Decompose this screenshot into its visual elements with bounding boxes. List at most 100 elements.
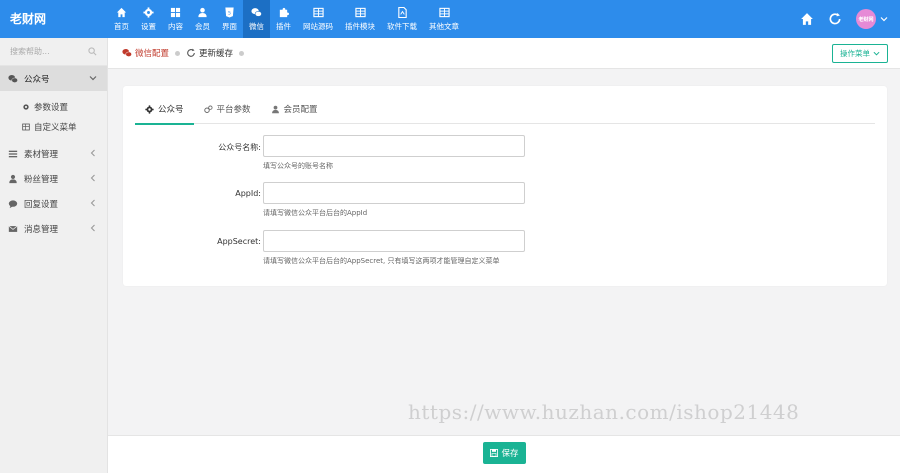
- sidebar-item-materials[interactable]: 素材管理: [0, 141, 107, 166]
- nav-item-other-articles[interactable]: 其他文章: [423, 0, 465, 38]
- sidebar-item-label: 消息管理: [24, 224, 59, 235]
- nav-item-settings[interactable]: 设置: [135, 0, 162, 38]
- puzzle-icon: [279, 7, 289, 17]
- nav-item-interface[interactable]: 5 界面: [216, 0, 243, 38]
- wechat-icon: [8, 74, 18, 83]
- field-help: 请填写微信公众平台后台的AppSecret, 只有填写这两项才能管理自定义菜单: [263, 257, 500, 265]
- wechat-icon: [122, 49, 132, 57]
- sidebar-search[interactable]: 搜索帮助...: [0, 38, 107, 66]
- chevron-left-icon: [90, 199, 95, 207]
- chevron-left-icon: [90, 224, 95, 232]
- chevron-left-icon: [90, 149, 95, 157]
- settings-card: 公众号 平台参数 会员配置 公众号名称: 填写公众号的账号名称 AppId: 请…: [123, 86, 887, 286]
- nav-item-source-code[interactable]: 网站源码: [297, 0, 339, 38]
- table-icon: [354, 7, 366, 17]
- chevron-down-icon: [89, 76, 97, 81]
- top-right-tools: 老财网: [800, 0, 900, 38]
- watermark-text: https://www.huzhan.com/ishop21448: [408, 400, 800, 424]
- list-icon: [8, 150, 18, 157]
- nav-item-plugins[interactable]: 插件: [270, 0, 297, 38]
- nav-label: 软件下载: [387, 21, 417, 31]
- sidebar-item-label: 回复设置: [24, 199, 59, 210]
- nav-item-home[interactable]: 首页: [108, 0, 135, 38]
- nav-label: 插件: [276, 21, 291, 31]
- nav-label: 会员: [195, 21, 210, 31]
- save-button[interactable]: 保存: [483, 442, 526, 464]
- field-label: 公众号名称:: [218, 143, 261, 152]
- tab-separator: [239, 50, 245, 56]
- search-input[interactable]: 搜索帮助...: [10, 46, 50, 57]
- gear-icon: [143, 6, 154, 18]
- nav-label: 微信: [249, 21, 264, 31]
- tab-label: 会员配置: [283, 105, 318, 115]
- nav-item-content[interactable]: 内容: [162, 0, 189, 38]
- tab-official-account[interactable]: 公众号: [135, 94, 194, 125]
- form-footer: 保存: [108, 435, 900, 473]
- page-tabs-bar: 微信配置 更新缓存 操作菜单: [108, 38, 900, 69]
- sidebar-item-params[interactable]: 参数设置: [0, 97, 107, 117]
- sidebar-item-reply[interactable]: 回复设置: [0, 191, 107, 216]
- sidebar-item-label: 素材管理: [24, 149, 59, 160]
- field-help: 填写公众号的账号名称: [263, 162, 333, 170]
- account-name-input[interactable]: [263, 135, 525, 157]
- settings-tabs: 公众号 平台参数 会员配置: [135, 94, 875, 125]
- appsecret-input[interactable]: [263, 230, 525, 252]
- home-icon: [116, 7, 127, 17]
- tab-platform-params[interactable]: 平台参数: [194, 94, 261, 124]
- refresh-label: 更新缓存: [199, 49, 234, 59]
- avatar-text: 老财网: [858, 16, 874, 23]
- file-icon: [397, 6, 407, 18]
- sidebar-item-label: 公众号: [24, 74, 50, 85]
- save-icon: [490, 449, 499, 457]
- nav-item-software-download[interactable]: 软件下载: [381, 0, 423, 38]
- search-icon[interactable]: [88, 47, 97, 56]
- page-tab-label: 微信配置: [135, 49, 170, 59]
- nav-label: 界面: [222, 21, 237, 31]
- save-label: 保存: [501, 449, 519, 459]
- nav-label: 网站源码: [303, 21, 333, 31]
- tab-separator: [175, 50, 181, 56]
- page-tab-wechat-config[interactable]: 微信配置: [122, 47, 169, 59]
- svg-text:5: 5: [228, 10, 231, 16]
- avatar[interactable]: 老财网: [856, 9, 876, 29]
- envelope-icon: [8, 225, 18, 232]
- comment-icon: [8, 199, 18, 208]
- refresh-cache-button[interactable]: 更新缓存: [186, 47, 233, 59]
- sidebar-item-official-account[interactable]: 公众号: [0, 66, 107, 91]
- nav-label: 首页: [114, 21, 129, 31]
- chevron-down-icon: [873, 51, 880, 56]
- main-nav: 首页 设置 内容 会员 5 界面 微信 插件 网站源码 插件模块 软件下载 其他…: [108, 0, 465, 38]
- chevron-down-icon[interactable]: [880, 15, 888, 23]
- gear-icon: [145, 104, 154, 114]
- tab-member-config[interactable]: 会员配置: [261, 94, 328, 124]
- sidebar-item-messages[interactable]: 消息管理: [0, 216, 107, 241]
- tab-label: 平台参数: [216, 105, 251, 115]
- user-icon: [9, 174, 17, 183]
- chevron-left-icon: [90, 174, 95, 182]
- html5-icon: 5: [225, 6, 234, 18]
- operations-menu-button[interactable]: 操作菜单: [832, 44, 888, 63]
- refresh-icon: [187, 48, 195, 57]
- sidebar-item-label: 自定义菜单: [34, 123, 77, 133]
- refresh-icon[interactable]: [828, 12, 842, 26]
- sidebar-item-fans[interactable]: 粉丝管理: [0, 166, 107, 191]
- nav-label: 设置: [141, 21, 156, 31]
- sidebar-item-label: 粉丝管理: [24, 174, 59, 185]
- field-help: 请填写微信公众平台后台的AppId: [263, 209, 368, 217]
- nav-item-plugin-modules[interactable]: 插件模块: [339, 0, 381, 38]
- sidebar-item-label: 参数设置: [34, 103, 69, 113]
- user-icon: [271, 105, 279, 113]
- sidebar-item-custom-menu[interactable]: 自定义菜单: [0, 117, 107, 137]
- sidebar: 搜索帮助... 公众号 参数设置 自定义菜单 素材管理 粉丝管理 回复设置 消息…: [0, 38, 108, 473]
- wechat-icon: [251, 7, 262, 17]
- nav-item-members[interactable]: 会员: [189, 0, 216, 38]
- operations-menu-label: 操作菜单: [840, 49, 870, 58]
- table-icon: [438, 7, 450, 17]
- nav-label: 内容: [168, 21, 183, 31]
- gear-icon: [23, 104, 29, 110]
- app-logo[interactable]: 老财网: [0, 0, 108, 38]
- nav-item-wechat[interactable]: 微信: [243, 0, 270, 38]
- home-icon[interactable]: [800, 12, 814, 26]
- table-icon: [22, 123, 30, 131]
- appid-input[interactable]: [263, 182, 525, 204]
